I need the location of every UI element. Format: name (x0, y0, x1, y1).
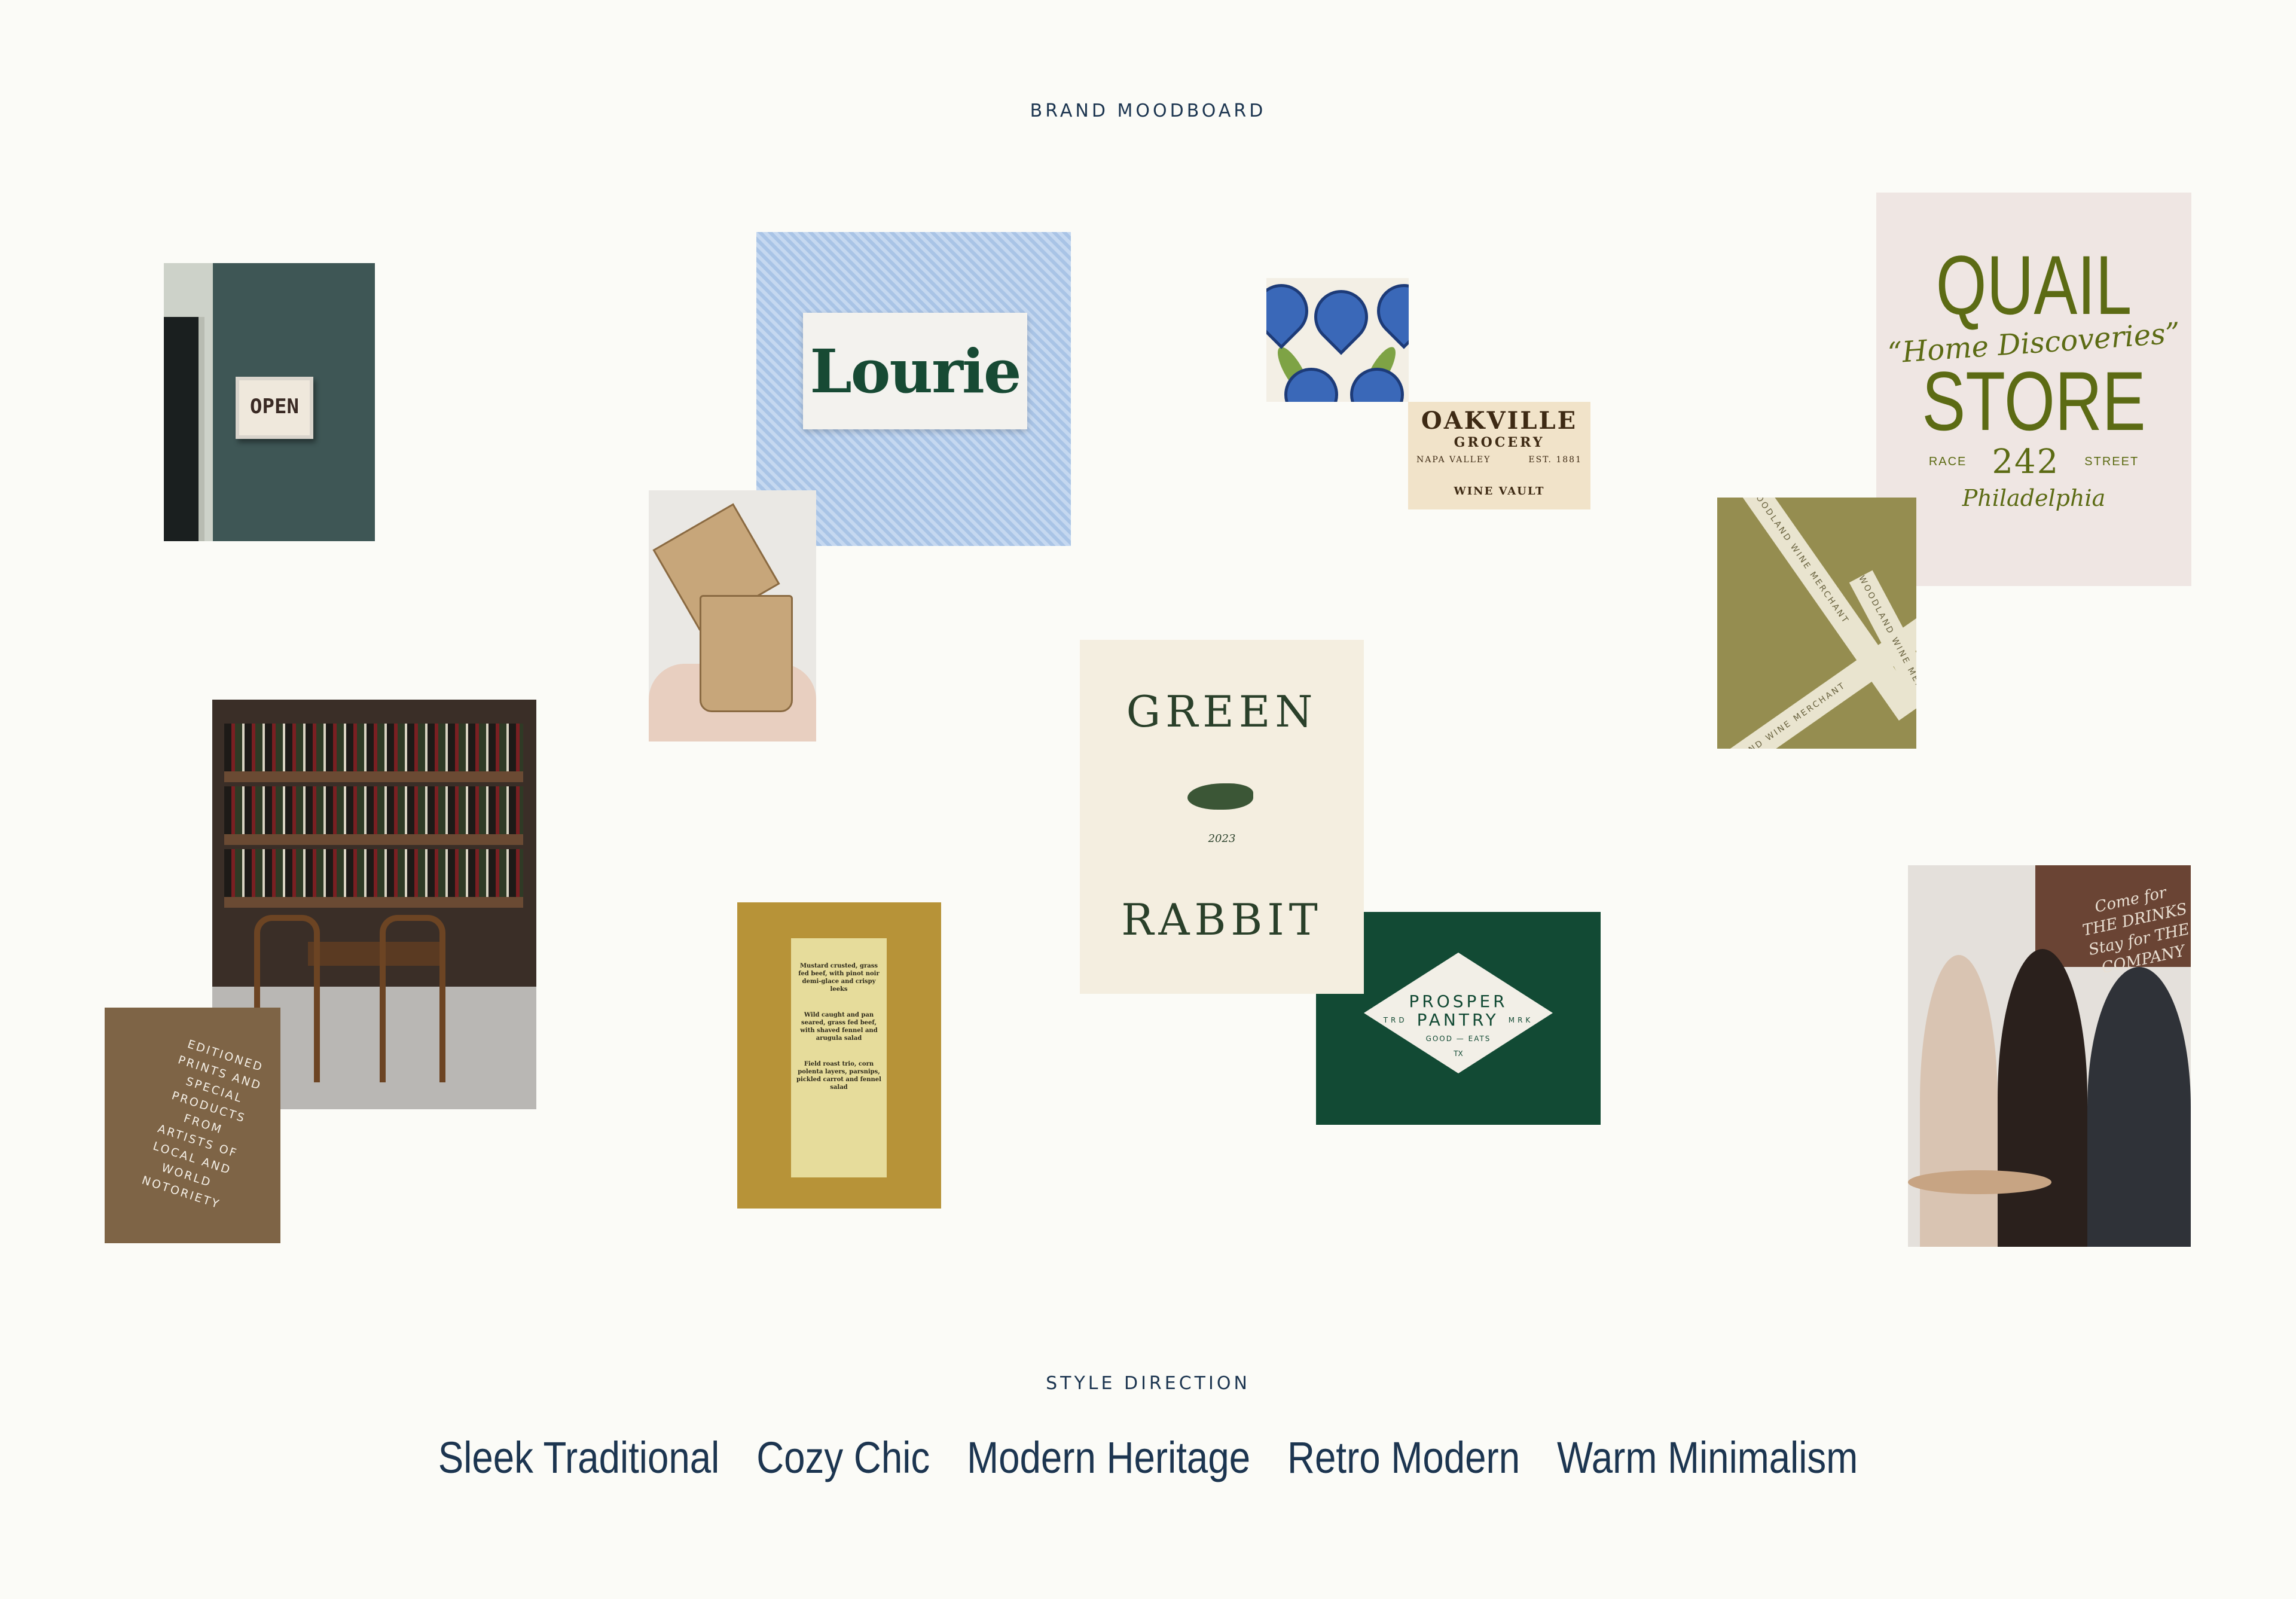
lourie-wordmark: Lourie (810, 335, 1021, 407)
oakville-meta: NAPA VALLEY EST. 1881 (1408, 455, 1590, 465)
quail-address: RACE 242 STREET (1876, 443, 2191, 481)
prosper-mrk: MRK (1508, 1015, 1534, 1024)
shelf (224, 834, 523, 845)
bottle-row (224, 786, 523, 834)
quail-street: STREET (2084, 455, 2139, 468)
oakville-est: EST. 1881 (1528, 455, 1582, 465)
quail-title: QUAIL (1935, 238, 2132, 332)
green-rabbit-top: GREEN (1126, 686, 1318, 737)
menu-card: Mustard crusted, grass fed beef, with pi… (791, 938, 887, 1177)
menu-dish: Mustard crusted, grass fed beef, with pi… (798, 963, 880, 993)
oakville-location: NAPA VALLEY (1416, 455, 1491, 465)
menu-dish: Wild caught and pan seared, grass fed be… (800, 1012, 878, 1042)
open-sign: OPEN (236, 377, 313, 439)
page-title: BRAND MOODBOARD (1030, 100, 1266, 121)
cup (700, 595, 793, 712)
chalk-sign-text: Come for THE DRINKS Stay for THE COMPANY (2081, 883, 2191, 978)
rabbit-icon (1187, 783, 1253, 810)
flower-icon (1303, 279, 1379, 355)
doorway (164, 317, 204, 541)
lourie-label: Lourie (803, 313, 1027, 429)
prosper-good-eats: GOOD — EATS (1425, 1035, 1491, 1043)
bag-text: EDITIONED PRINTS AND SPECIAL PRODUCTS FR… (140, 1037, 265, 1212)
style-direction-title: STYLE DIRECTION (1046, 1373, 1250, 1394)
menu-spacer (791, 938, 887, 962)
style-keyword: Modern Heritage (967, 1433, 1251, 1482)
bottle-row (224, 849, 523, 897)
quail-city: Philadelphia (1962, 485, 2106, 511)
floral-tile-pattern (1266, 278, 1409, 402)
quail-number: 242 (1992, 443, 2060, 481)
green-rabbit-year: 2023 (1208, 832, 1236, 845)
open-sign-text: OPEN (250, 395, 299, 419)
person (2087, 967, 2191, 1247)
menu-dish: Field roast trio, corn polenta layers, p… (796, 1061, 881, 1091)
menu-card-photo: Mustard crusted, grass fed beef, with pi… (737, 902, 941, 1209)
oakville-wine-vault: WINE VAULT (1454, 485, 1545, 498)
oakville-subtitle: GROCERY (1454, 435, 1545, 450)
style-keyword: Cozy Chic (756, 1433, 930, 1482)
prosper-title: PROSPER (1409, 991, 1508, 1011)
menu-spacer (791, 993, 887, 1011)
prosper-trd: TRD (1383, 1015, 1407, 1024)
style-keyword: Warm Minimalism (1557, 1433, 1858, 1482)
prosper-state: TX (1454, 1049, 1463, 1058)
chalk-sign: Come for THE DRINKS Stay for THE COMPANY (2035, 865, 2191, 977)
oakville-title: OAKVILLE (1421, 407, 1578, 435)
person (1920, 955, 1998, 1247)
prosper-row: TRD PANTRY MRK (1316, 1010, 1601, 1030)
green-rabbit-card: GREEN 2023 RABBIT (1080, 640, 1364, 994)
open-sign-photo: OPEN (164, 263, 375, 541)
flower-icon (1366, 278, 1409, 349)
prosper-pantry: PANTRY (1416, 1010, 1499, 1030)
woodland-tape-photo: WOODLAND WINE MERCHANT WOODLAND WINE MER… (1717, 498, 1916, 749)
paper-bag-photo: EDITIONED PRINTS AND SPECIAL PRODUCTS FR… (105, 1008, 280, 1243)
friends-cafe-photo: Come for THE DRINKS Stay for THE COMPANY (1908, 865, 2191, 1247)
style-keyword: Retro Modern (1287, 1433, 1521, 1482)
shelf (224, 771, 523, 782)
flower-icon (1266, 278, 1320, 349)
style-keywords: Sleek Traditional Cozy Chic Modern Herit… (161, 1432, 2135, 1483)
oakville-grocery-sign: OAKVILLE GROCERY NAPA VALLEY EST. 1881 W… (1408, 402, 1590, 509)
quail-race: RACE (1928, 455, 1967, 468)
bottle-row (224, 724, 523, 771)
style-keyword: Sleek Traditional (438, 1433, 720, 1482)
quail-store-poster: QUAIL “Home Discoveries” STORE RACE 242 … (1876, 193, 2191, 586)
menu-spacer (791, 1042, 887, 1060)
cafe-table (1908, 1170, 2051, 1194)
shelf (224, 897, 523, 908)
green-rabbit-bottom: RABBIT (1121, 895, 1323, 945)
chair (380, 915, 445, 1082)
person (1998, 949, 2087, 1247)
quail-store: STORE (1922, 354, 2146, 448)
coffee-cups-photo (649, 490, 816, 741)
